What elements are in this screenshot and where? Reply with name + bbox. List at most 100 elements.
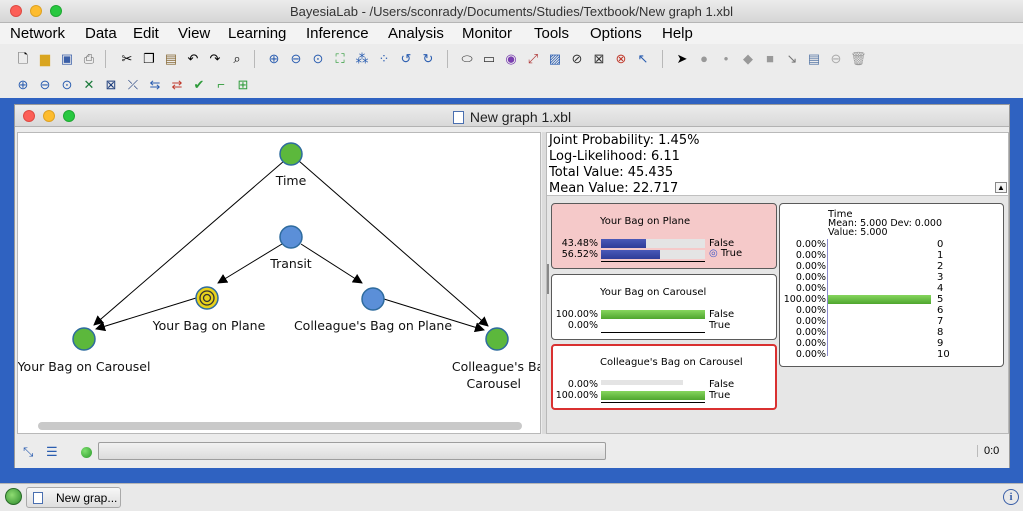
arc-mode-icon[interactable]: ⤡ [23, 444, 39, 460]
menu-inference[interactable]: Inference [306, 25, 369, 42]
layout-alt-icon[interactable]: ⁘ [376, 51, 392, 67]
state-label: True [709, 320, 731, 331]
state-pct: 0.00% [567, 320, 598, 331]
note-icon[interactable]: ▤ [806, 51, 822, 67]
arc-invert-icon[interactable]: ⇆ [147, 77, 163, 93]
time-state-pct: 0.00% [795, 283, 826, 294]
label-transit: Transit [269, 256, 312, 271]
monitor-colleagues-bag-on-carousel[interactable]: Colleague's Bag on Carousel 0.00% False … [551, 344, 777, 410]
zoom-out-icon[interactable]: ⊖ [37, 77, 53, 93]
arc-force-icon[interactable]: ⤢ [525, 51, 541, 67]
trash-icon[interactable]: 🗑 [850, 51, 867, 67]
list-mode-icon[interactable]: ☰ [46, 444, 62, 460]
zoom-select-icon[interactable]: ⊙ [59, 77, 75, 93]
monitors-area-handle[interactable] [547, 264, 549, 294]
arc-time-to-colleagues-bag-carousel[interactable] [298, 160, 489, 327]
menu-monitor[interactable]: Monitor [462, 25, 512, 42]
time-axis-line [827, 239, 828, 356]
arc-remove-icon[interactable]: ⤫ [125, 77, 141, 93]
toolbar-separator [447, 50, 448, 68]
fit-view-icon[interactable]: ⛶ [332, 51, 348, 67]
collapse-up-icon[interactable]: ▲ [995, 182, 1007, 193]
time-state-label: 5 [937, 294, 944, 305]
taskbar-item-new-graph[interactable]: New grap... [26, 487, 121, 508]
arc-orientation-icon[interactable]: ↖ [635, 51, 651, 67]
time-state-pct: 0.00% [795, 305, 826, 316]
monitor-your-bag-on-plane[interactable]: Your Bag on Plane 43.48% False 56.52% ◎ … [551, 203, 777, 269]
node-your-bag-on-carousel[interactable] [72, 327, 96, 351]
arc-tool-icon[interactable]: ↘ [784, 51, 800, 67]
label-time: Time [275, 173, 307, 188]
graph-window-title: New graph 1.xbl [15, 109, 1009, 125]
rotate-left-icon[interactable]: ↺ [398, 51, 414, 67]
document-icon [33, 492, 43, 504]
menu-analysis[interactable]: Analysis [388, 25, 444, 42]
time-state-label: 7 [937, 316, 944, 327]
open-folder-icon[interactable]: ▆ [37, 51, 53, 67]
menu-options[interactable]: Options [590, 25, 642, 42]
time-state-label: 8 [937, 327, 944, 338]
save-icon[interactable]: ▣ [59, 51, 75, 67]
copy-icon[interactable]: ❐ [141, 51, 157, 67]
node-your-bag-on-plane[interactable] [195, 286, 219, 310]
undo-icon[interactable]: ↶ [185, 51, 201, 67]
layout-icon[interactable]: ⁂ [354, 51, 370, 67]
graph-window-titlebar: New graph 1.xbl [15, 105, 1009, 127]
menu-network[interactable]: Network [10, 25, 65, 42]
cut-icon[interactable]: ✂ [119, 51, 135, 67]
node-transit[interactable] [279, 225, 303, 249]
menu-edit[interactable]: Edit [133, 25, 159, 42]
node-colleagues-bag-on-plane[interactable] [361, 287, 385, 311]
no-arc-icon[interactable]: ⊘ [569, 51, 585, 67]
arc-swap-icon[interactable]: ⇄ [169, 77, 185, 93]
menu-help[interactable]: Help [662, 25, 693, 42]
state-bar [601, 380, 683, 385]
target-state-icon: ◎ [709, 248, 718, 259]
menu-learning[interactable]: Learning [228, 25, 286, 42]
display-icon[interactable]: ▭ [481, 51, 497, 67]
target-icon[interactable]: ◉ [503, 51, 519, 67]
redo-icon[interactable]: ↷ [207, 51, 223, 67]
monitor-your-bag-on-carousel[interactable]: Your Bag on Carousel 100.00% False 0.00%… [551, 274, 777, 340]
node-diamond-icon[interactable]: ◆ [740, 51, 756, 67]
node-colleagues-bag-carousel[interactable] [485, 327, 509, 351]
horizontal-scrollbar[interactable] [38, 422, 522, 430]
network-graph[interactable]: Time Transit Your Bag on Plane Colleague… [18, 133, 540, 418]
monitor-time[interactable]: Time Mean: 5.000 Dev: 0.000 Value: 5.000… [779, 203, 1004, 367]
monitor-icon[interactable]: ⬭ [459, 51, 475, 67]
info-icon[interactable]: i [1003, 489, 1019, 505]
state-pct: 43.48% [561, 238, 598, 249]
new-file-icon[interactable]: 🗋 [15, 51, 31, 67]
node-exclude-icon[interactable]: ✕ [81, 77, 97, 93]
node-time[interactable] [279, 142, 303, 166]
forbidden-icon[interactable]: ⊗ [613, 51, 629, 67]
time-state-pct: 0.00% [795, 316, 826, 327]
time-state-label: 3 [937, 272, 944, 283]
validate-icon[interactable]: ✔ [191, 77, 207, 93]
node-small-icon[interactable]: • [718, 51, 734, 67]
corner-icon[interactable]: ⌐ [213, 77, 229, 93]
paste-icon[interactable]: ▤ [163, 51, 179, 67]
no-node-icon[interactable]: ⊠ [591, 51, 607, 67]
menu-data[interactable]: Data [85, 25, 117, 42]
find-icon[interactable]: ⌕ [229, 51, 245, 67]
image-icon[interactable]: ▨ [547, 51, 563, 67]
arc-exclude-icon[interactable]: ⊠ [103, 77, 119, 93]
status-bar: ⤡ ☰ 0:0 [15, 435, 1009, 468]
print-icon[interactable]: ⎙ [81, 51, 97, 67]
app-logo-icon[interactable] [5, 488, 22, 505]
add-rows-icon[interactable]: ⊞ [235, 77, 251, 93]
zoom-default-icon[interactable]: ⊙ [310, 51, 326, 67]
state-underline [601, 261, 705, 262]
rotate-right-icon[interactable]: ↻ [420, 51, 436, 67]
menu-tools[interactable]: Tools [534, 25, 569, 42]
graph-canvas[interactable]: Time Transit Your Bag on Plane Colleague… [17, 132, 541, 434]
node-circle-icon[interactable]: ● [696, 51, 712, 67]
zoom-in-icon[interactable]: ⊕ [266, 51, 282, 67]
select-pointer-icon[interactable]: ➤ [674, 51, 690, 67]
stop-icon[interactable]: ⊖ [828, 51, 844, 67]
zoom-in-icon[interactable]: ⊕ [15, 77, 31, 93]
zoom-out-icon[interactable]: ⊖ [288, 51, 304, 67]
menu-view[interactable]: View [178, 25, 210, 42]
node-square-icon[interactable]: ■ [762, 51, 778, 67]
